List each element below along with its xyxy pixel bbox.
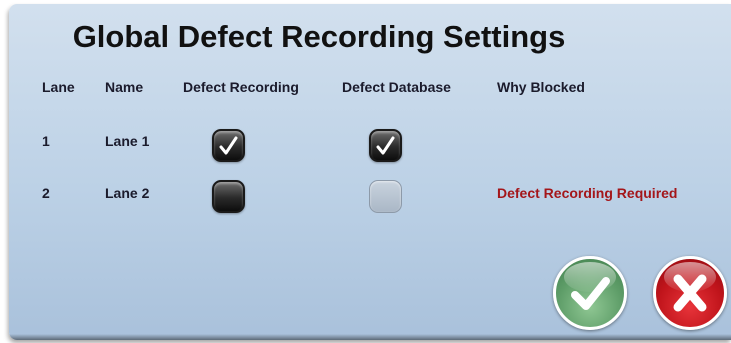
defect-database-checkbox-lane-2	[369, 180, 402, 213]
column-header-lane: Lane	[42, 79, 75, 95]
defect-recording-checkbox-lane-1[interactable]	[212, 129, 245, 162]
lane-number: 1	[42, 133, 50, 149]
column-header-name: Name	[105, 79, 144, 95]
column-header-defect-database: Defect Database	[342, 79, 451, 95]
x-icon	[673, 274, 707, 312]
lane-name: Lane 2	[105, 185, 150, 201]
checkmark-icon	[571, 277, 610, 310]
lane-number: 2	[42, 185, 50, 201]
cancel-button[interactable]	[653, 256, 727, 330]
checkmark-icon	[376, 136, 395, 155]
settings-dialog: Global Defect Recording Settings Lane Na…	[9, 4, 731, 340]
checkmark-icon	[219, 136, 238, 155]
column-header-why-blocked: Why Blocked	[497, 79, 585, 95]
lane-name: Lane 1	[105, 133, 150, 149]
defect-database-checkbox-lane-1[interactable]	[369, 129, 402, 162]
dialog-title: Global Defect Recording Settings	[72, 19, 566, 54]
column-header-defect-recording: Defect Recording	[183, 79, 299, 95]
defect-recording-checkbox-lane-2[interactable]	[212, 180, 245, 213]
ok-button[interactable]	[553, 256, 627, 330]
why-blocked-text: Defect Recording Required	[497, 185, 678, 201]
